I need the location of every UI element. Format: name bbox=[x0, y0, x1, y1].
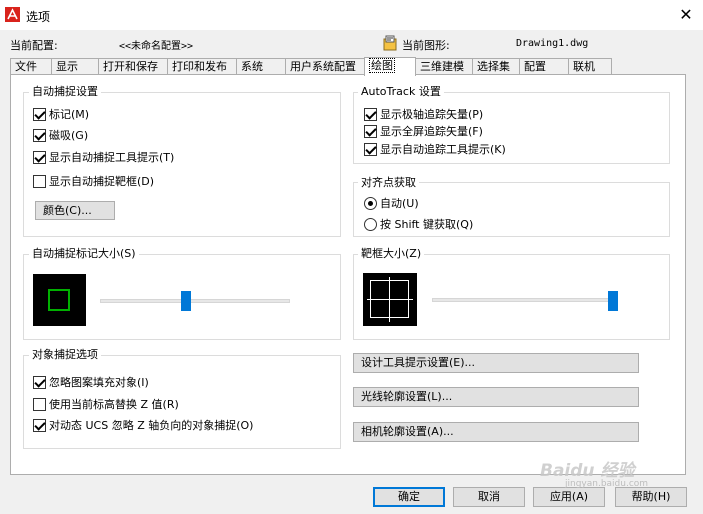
marker-checkbox-row[interactable]: 标记(M) bbox=[33, 106, 89, 122]
shift-acquire-radio-label: 按 Shift 键获取(Q) bbox=[380, 218, 474, 231]
magnet-label: 磁吸(G) bbox=[49, 129, 89, 142]
ignore-hatch-checkbox[interactable] bbox=[33, 375, 46, 389]
auto-radio[interactable] bbox=[364, 196, 377, 210]
fullscreen-tracking-checkbox[interactable] bbox=[364, 124, 377, 138]
fullscreen-tracking-label: 显示全屏追踪矢量(F) bbox=[380, 125, 483, 138]
close-button[interactable]: ✕ bbox=[676, 5, 696, 25]
ignore-hatch-label: 忽略图案填充对象(I) bbox=[49, 376, 149, 389]
current-profile-label: 当前配置: bbox=[10, 39, 58, 52]
tab-profiles[interactable]: 配置 bbox=[519, 58, 569, 75]
tab-open-save[interactable]: 打开和保存 bbox=[98, 58, 168, 75]
autosnap-aperture-label: 显示自动捕捉靶框(D) bbox=[49, 175, 155, 188]
ignore-negative-z-checkbox-row[interactable]: 对动态 UCS 忽略 Z 轴负向的对象捕捉(O) bbox=[33, 417, 253, 433]
polar-tracking-checkbox[interactable] bbox=[364, 107, 377, 121]
aperture-size-slider-thumb[interactable] bbox=[608, 291, 619, 311]
help-button[interactable]: 帮助(H) bbox=[615, 487, 687, 507]
magnet-checkbox[interactable] bbox=[33, 128, 46, 142]
cameras-glyph-settings-button[interactable]: 相机轮廓设置(A)... bbox=[353, 422, 639, 442]
shift-acquire-radio-row[interactable]: 按 Shift 键获取(Q) bbox=[364, 216, 473, 232]
ignore-negative-z-checkbox[interactable] bbox=[33, 418, 46, 432]
polar-tracking-checkbox-row[interactable]: 显示极轴追踪矢量(P) bbox=[364, 106, 483, 122]
aperture-crosshair-h bbox=[367, 299, 413, 300]
drawing-file-icon bbox=[383, 35, 397, 51]
autosnap-tooltip-checkbox[interactable] bbox=[33, 150, 46, 164]
autosnap-tooltip-label: 显示自动捕捉工具提示(T) bbox=[49, 151, 175, 164]
marker-size-slider-track[interactable] bbox=[100, 299, 290, 303]
marker-size-legend: 自动捕捉标记大小(S) bbox=[29, 247, 139, 260]
tab-label: 三维建模 bbox=[420, 60, 464, 73]
drafting-tooltip-settings-button[interactable]: 设计工具提示设置(E)... bbox=[353, 353, 639, 373]
autotrack-tooltip-checkbox[interactable] bbox=[364, 142, 377, 156]
ok-button[interactable]: 确定 bbox=[373, 487, 445, 507]
apply-button[interactable]: 应用(A) bbox=[533, 487, 605, 507]
tab-online[interactable]: 联机 bbox=[568, 58, 612, 75]
autosnap-settings-legend: 自动捕捉设置 bbox=[29, 85, 101, 98]
tab-label: 显示 bbox=[56, 60, 78, 73]
auto-radio-label: 自动(U) bbox=[380, 197, 419, 210]
tab-label: 系统 bbox=[241, 60, 263, 73]
autotrack-tooltip-checkbox-row[interactable]: 显示自动追踪工具提示(K) bbox=[364, 141, 506, 157]
current-drawing-label: 当前图形: bbox=[402, 39, 450, 52]
shift-acquire-radio[interactable] bbox=[364, 217, 377, 231]
autotrack-settings-legend: AutoTrack 设置 bbox=[358, 85, 444, 98]
aperture-size-legend: 靶框大小(Z) bbox=[358, 247, 425, 260]
replace-z-checkbox[interactable] bbox=[33, 397, 46, 411]
tab-drafting[interactable]: 绘图 bbox=[364, 57, 416, 76]
cancel-button[interactable]: 取消 bbox=[453, 487, 525, 507]
autosnap-aperture-checkbox-row[interactable]: 显示自动捕捉靶框(D) bbox=[33, 173, 154, 189]
marker-square-icon bbox=[48, 289, 70, 311]
tab-3d-modeling[interactable]: 三维建模 bbox=[415, 58, 473, 75]
ignore-hatch-checkbox-row[interactable]: 忽略图案填充对象(I) bbox=[33, 374, 149, 390]
baidu-watermark-url: jingyan.baidu.com bbox=[565, 479, 649, 489]
replace-z-label: 使用当前标高替换 Z 值(R) bbox=[49, 398, 179, 411]
polar-tracking-label: 显示极轴追踪矢量(P) bbox=[380, 108, 484, 121]
tab-label: 用户系统配置 bbox=[290, 60, 356, 73]
current-profile-value: <<未命名配置>> bbox=[119, 41, 194, 52]
tab-selection[interactable]: 选择集 bbox=[472, 58, 520, 75]
autosnap-aperture-checkbox[interactable] bbox=[33, 174, 46, 188]
ignore-negative-z-label: 对动态 UCS 忽略 Z 轴负向的对象捕捉(O) bbox=[49, 419, 254, 432]
title-bar bbox=[0, 0, 703, 30]
marker-checkbox[interactable] bbox=[33, 107, 46, 121]
autocad-app-icon bbox=[5, 7, 20, 22]
tab-label: 文件 bbox=[15, 60, 37, 73]
marker-label: 标记(M) bbox=[49, 108, 90, 121]
tab-display[interactable]: 显示 bbox=[51, 58, 99, 75]
baidu-watermark: Baidu 经验 bbox=[540, 461, 635, 481]
marker-preview bbox=[33, 274, 86, 326]
lights-glyph-settings-button[interactable]: 光线轮廓设置(L)... bbox=[353, 387, 639, 407]
tab-files[interactable]: 文件 bbox=[10, 58, 52, 75]
tab-label: 选择集 bbox=[477, 60, 510, 73]
tab-label: 联机 bbox=[573, 60, 595, 73]
fullscreen-tracking-checkbox-row[interactable]: 显示全屏追踪矢量(F) bbox=[364, 123, 483, 139]
tab-user-preferences[interactable]: 用户系统配置 bbox=[285, 58, 365, 75]
alignment-acquisition-legend: 对齐点获取 bbox=[358, 176, 419, 189]
magnet-checkbox-row[interactable]: 磁吸(G) bbox=[33, 127, 88, 143]
tab-plot-publish[interactable]: 打印和发布 bbox=[167, 58, 237, 75]
tab-label: 绘图 bbox=[369, 58, 395, 73]
aperture-preview bbox=[363, 273, 417, 326]
autotrack-tooltip-label: 显示自动追踪工具提示(K) bbox=[380, 143, 506, 156]
tab-system[interactable]: 系统 bbox=[236, 58, 286, 75]
colors-button[interactable]: 颜色(C)... bbox=[35, 201, 115, 220]
current-drawing-value: Drawing1.dwg bbox=[516, 38, 589, 49]
tab-strip: 文件 显示 打开和保存 打印和发布 系统 用户系统配置 绘图 三维建模 选择集 … bbox=[10, 57, 612, 76]
osnap-options-legend: 对象捕捉选项 bbox=[29, 348, 101, 361]
autosnap-tooltip-checkbox-row[interactable]: 显示自动捕捉工具提示(T) bbox=[33, 149, 174, 165]
marker-size-slider-thumb[interactable] bbox=[180, 291, 191, 311]
tab-label: 打开和保存 bbox=[103, 60, 158, 73]
replace-z-checkbox-row[interactable]: 使用当前标高替换 Z 值(R) bbox=[33, 396, 179, 412]
tab-label: 打印和发布 bbox=[172, 60, 227, 73]
auto-radio-row[interactable]: 自动(U) bbox=[364, 195, 419, 211]
aperture-size-slider-track[interactable] bbox=[432, 298, 617, 302]
tab-label: 配置 bbox=[524, 60, 546, 73]
window-title: 选项 bbox=[26, 10, 51, 24]
